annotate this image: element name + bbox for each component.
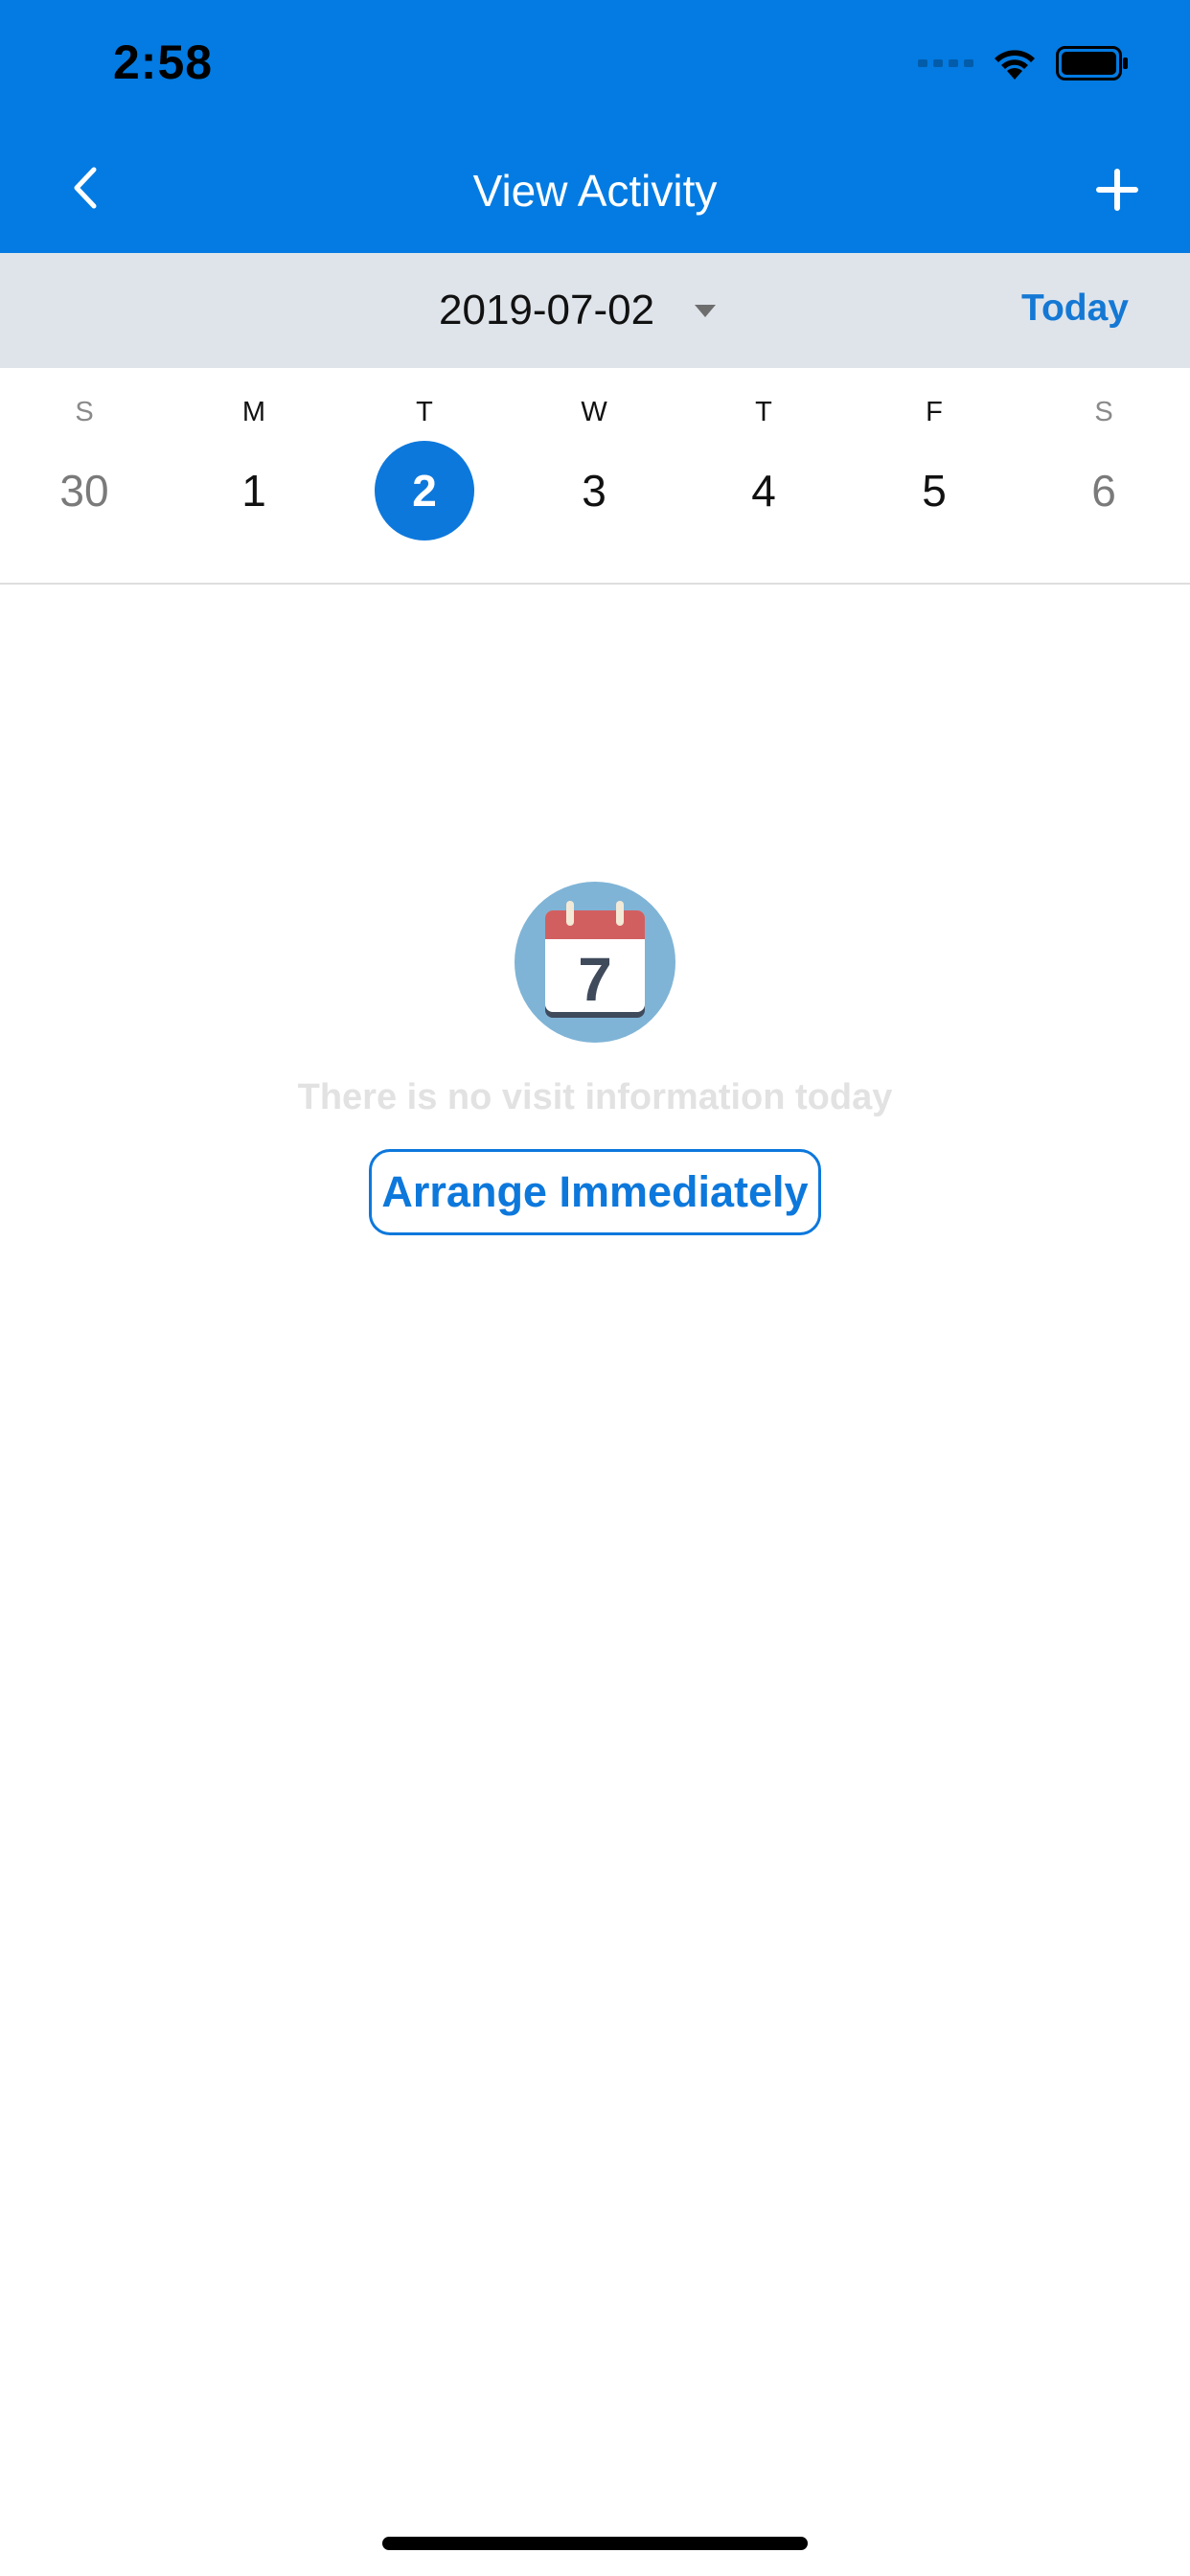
day-number: 4 — [751, 466, 776, 516]
day-letter: S — [75, 397, 94, 427]
day-number-wrap: 4 — [714, 441, 813, 540]
day-number-wrap: 1 — [204, 441, 304, 540]
calendar-icon-number: 7 — [578, 945, 612, 1014]
day-number-wrap: 5 — [884, 441, 984, 540]
today-button[interactable]: Today — [1021, 288, 1129, 330]
day-thursday[interactable]: T 4 — [697, 368, 831, 579]
plus-icon — [1096, 169, 1138, 211]
wifi-icon — [991, 45, 1039, 81]
empty-message: There is no visit information today — [297, 1077, 893, 1117]
page-title: View Activity — [472, 166, 718, 216]
selected-day-circle: 2 — [375, 441, 474, 540]
day-number: 3 — [582, 466, 606, 516]
day-number: 6 — [1091, 466, 1116, 516]
day-letter: M — [241, 397, 266, 427]
day-number: 5 — [922, 466, 947, 516]
signal-icon — [918, 59, 973, 67]
home-indicator[interactable] — [382, 2537, 808, 2550]
day-number: 1 — [241, 466, 266, 516]
day-letter: F — [926, 397, 943, 427]
day-number: 2 — [412, 466, 437, 516]
selected-date: 2019-07-02 — [439, 287, 655, 334]
day-monday[interactable]: M 1 — [187, 368, 321, 579]
caret-down-icon — [695, 304, 717, 317]
app-header: 2:58 View Activity — [0, 0, 1190, 253]
add-button[interactable] — [1088, 161, 1146, 218]
day-number-wrap: 6 — [1054, 441, 1154, 540]
battery-icon — [1056, 45, 1129, 81]
day-number-wrap: 3 — [544, 441, 644, 540]
date-dropdown[interactable]: 2019-07-02 — [439, 276, 717, 345]
status-icons — [918, 44, 1129, 82]
day-tuesday-selected[interactable]: T 2 — [357, 368, 492, 579]
week-strip: S 30 M 1 T 2 W 3 T 4 F 5 S 6 — [0, 368, 1190, 585]
day-friday[interactable]: F 5 — [867, 368, 1001, 579]
status-time: 2:58 — [113, 35, 214, 89]
empty-state: 7 There is no visit information today Ar… — [0, 882, 1190, 1235]
day-letter: T — [755, 397, 772, 427]
arrange-immediately-button[interactable]: Arrange Immediately — [369, 1149, 821, 1235]
day-wednesday[interactable]: W 3 — [527, 368, 661, 579]
day-letter: S — [1094, 397, 1113, 427]
day-letter: T — [416, 397, 433, 427]
date-bar: 2019-07-02 Today — [0, 253, 1190, 368]
day-sunday[interactable]: S 30 — [17, 368, 151, 579]
day-number-wrap: 30 — [34, 441, 134, 540]
day-saturday[interactable]: S 6 — [1037, 368, 1171, 579]
calendar-icon: 7 — [515, 882, 675, 1043]
day-number: 30 — [59, 466, 109, 516]
day-letter: W — [581, 397, 607, 427]
